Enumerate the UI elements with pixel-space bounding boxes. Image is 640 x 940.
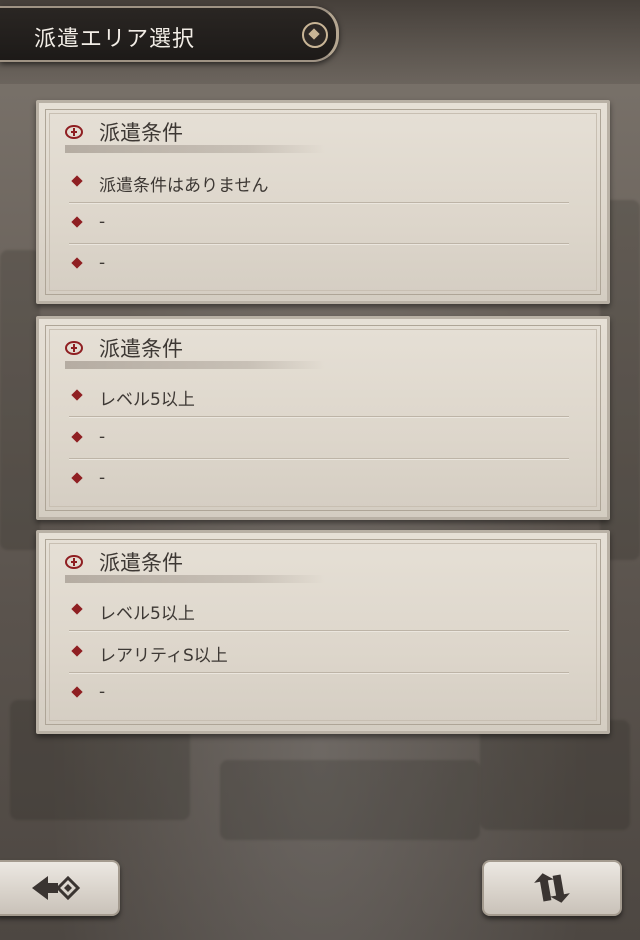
diamond-bullet-icon	[71, 603, 83, 615]
page-title: 派遣エリア選択	[34, 27, 196, 52]
condition-row: レベル5以上	[69, 383, 569, 417]
emblem-icon	[302, 22, 328, 48]
condition-text: -	[99, 212, 106, 232]
condition-row: -	[69, 425, 569, 459]
condition-row: レベル5以上	[69, 597, 569, 631]
row-divider	[69, 202, 569, 203]
back-arrow-icon	[32, 875, 81, 901]
diamond-bullet-icon	[71, 472, 83, 484]
diamond-bullet-icon	[71, 431, 83, 443]
top-bar: 派遣エリア選択	[0, 0, 640, 84]
crest-icon	[65, 125, 83, 139]
crest-icon	[65, 555, 83, 569]
row-divider	[69, 630, 569, 631]
condition-text: 派遣条件はありません	[99, 176, 269, 196]
diamond-bullet-icon	[71, 686, 83, 698]
panel-title: 派遣条件	[99, 337, 183, 361]
condition-panel-1[interactable]: 派遣条件 派遣条件はありません - -	[36, 100, 610, 304]
condition-text: レアリティS以上	[99, 646, 228, 666]
background-debris	[480, 720, 630, 830]
row-divider	[69, 458, 569, 459]
condition-text: レベル5以上	[99, 390, 195, 410]
condition-row: レアリティS以上	[69, 639, 569, 673]
condition-text: -	[99, 253, 106, 273]
back-button[interactable]	[0, 860, 120, 916]
diamond-bullet-icon	[71, 389, 83, 401]
condition-row: -	[69, 466, 569, 492]
background-debris	[220, 760, 480, 840]
condition-row: -	[69, 680, 569, 706]
row-divider	[69, 243, 569, 244]
condition-row: -	[69, 210, 569, 244]
crest-icon	[65, 341, 83, 355]
diamond-bullet-icon	[71, 175, 83, 187]
condition-row: -	[69, 251, 569, 277]
condition-panel-3[interactable]: 派遣条件 レベル5以上 レアリティS以上 -	[36, 530, 610, 734]
row-divider	[69, 672, 569, 673]
condition-text: -	[99, 427, 106, 447]
refresh-icon	[534, 873, 570, 903]
panel-title: 派遣条件	[99, 551, 183, 575]
panel-header: 派遣条件	[65, 333, 325, 369]
condition-text: -	[99, 468, 106, 488]
row-divider	[69, 416, 569, 417]
condition-text: -	[99, 682, 106, 702]
background-debris	[0, 250, 40, 550]
panel-header: 派遣条件	[65, 547, 325, 583]
panel-header: 派遣条件	[65, 117, 325, 153]
panel-title: 派遣条件	[99, 121, 183, 145]
title-plate: 派遣エリア選択	[0, 6, 339, 62]
diamond-bullet-icon	[71, 645, 83, 657]
condition-text: レベル5以上	[99, 604, 195, 624]
diamond-bullet-icon	[71, 257, 83, 269]
condition-row: 派遣条件はありません	[69, 169, 569, 203]
condition-panel-2[interactable]: 派遣条件 レベル5以上 - -	[36, 316, 610, 520]
refresh-button[interactable]	[482, 860, 622, 916]
diamond-bullet-icon	[71, 216, 83, 228]
